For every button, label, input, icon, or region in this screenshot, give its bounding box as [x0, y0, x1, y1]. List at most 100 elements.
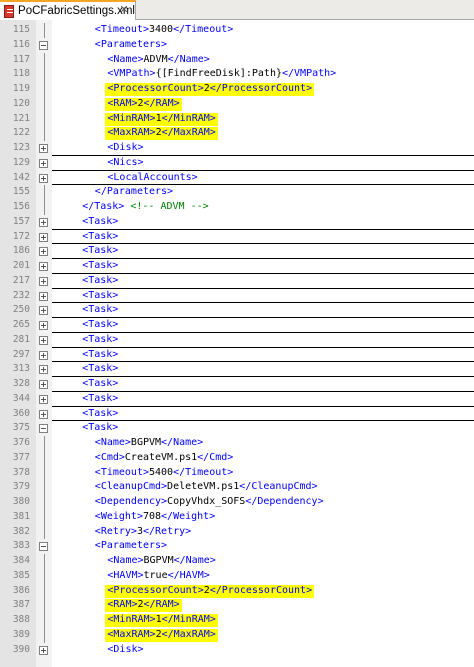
code-line[interactable]: 129 <Nics> — [0, 156, 474, 171]
code-text: <Task> — [82, 274, 118, 289]
code-line[interactable]: 201 <Task> — [0, 259, 474, 274]
code-line[interactable]: 379 <CleanupCmd>DeleteVM.ps1</CleanupCmd> — [0, 480, 474, 495]
line-number: 116 — [12, 38, 30, 50]
code-lines: 115 <Timeout>3400</Timeout> 116 <Parameters… — [0, 23, 474, 657]
code-line[interactable]: 382 <Retry>3</Retry> — [0, 524, 474, 540]
xml-tag: </Name> — [173, 555, 216, 566]
expand-fold-icon[interactable] — [39, 394, 48, 404]
code-line[interactable]: 119 <ProcessorCount>2</ProcessorCount> — [0, 82, 474, 97]
code-line[interactable]: 376 <Name>BGPVM</Name> — [0, 436, 474, 451]
code-line[interactable]: 281 <Task> — [0, 333, 474, 348]
expand-fold-icon[interactable] — [39, 158, 48, 168]
code-line[interactable]: 344 <Task> — [0, 392, 474, 407]
collapse-fold-icon[interactable] — [39, 40, 48, 50]
code-line[interactable]: 360 <Task> — [0, 407, 474, 422]
code-line[interactable]: 118 <VMPath>{[FindFreeDisk]:Path}</VMPath… — [0, 67, 474, 82]
code-line[interactable]: 122 <MaxRAM>2</MaxRAM> — [0, 126, 474, 141]
fold-guide-line — [43, 568, 45, 584]
code-line[interactable]: 383 <Parameters> — [0, 539, 474, 554]
expand-fold-icon[interactable] — [39, 291, 48, 301]
code-line[interactable]: 386 <ProcessorCount>2</ProcessorCount> — [0, 583, 474, 599]
code-line[interactable]: 121 <MinRAM>1</MinRAM> — [0, 111, 474, 127]
code-line[interactable]: 115 <Timeout>3400</Timeout> — [0, 23, 474, 38]
code-line[interactable]: 217 <Task> — [0, 274, 474, 289]
expand-fold-icon[interactable] — [39, 144, 48, 153]
code-line[interactable]: 155 </Parameters> — [0, 185, 474, 200]
expand-fold-icon[interactable] — [39, 232, 48, 242]
xml-tag: <HAVM> — [107, 569, 144, 581]
code-line[interactable]: 313 <Task> — [0, 362, 474, 377]
expand-fold-icon[interactable] — [39, 350, 48, 360]
code-line[interactable]: 381 <Weight>708</Weight> — [0, 509, 474, 525]
expand-fold-icon[interactable] — [39, 380, 48, 389]
line-number: 217 — [12, 274, 30, 286]
code-text: <Task> — [82, 318, 118, 333]
expand-fold-icon[interactable] — [39, 409, 48, 419]
code-line[interactable]: 120 <RAM>2</RAM> — [0, 96, 474, 112]
code-line[interactable]: 389 <MaxRAM>2</MaxRAM> — [0, 627, 474, 643]
code-line[interactable]: 328 <Task> — [0, 377, 474, 392]
expand-fold-icon[interactable] — [39, 262, 48, 271]
expand-fold-icon[interactable] — [39, 335, 48, 345]
xml-tag: <Disk> — [107, 643, 144, 655]
line-number: 232 — [12, 289, 30, 301]
expand-fold-icon[interactable] — [39, 645, 48, 655]
xml-tag: <Task> — [82, 215, 119, 227]
code-text: <Task> — [82, 259, 118, 274]
code-line[interactable]: 172 <Task> — [0, 230, 474, 245]
collapse-fold-icon[interactable] — [39, 424, 48, 434]
expand-fold-icon[interactable] — [39, 217, 48, 227]
xml-tag: <Weight> — [94, 510, 143, 522]
code-text: <Task> — [82, 362, 118, 377]
line-number: 115 — [12, 24, 30, 35]
line-number: 360 — [12, 407, 30, 419]
line-number: 384 — [12, 555, 30, 566]
collapse-fold-icon[interactable] — [39, 542, 48, 552]
code-line[interactable]: 265 <Task> — [0, 318, 474, 333]
xml-tag: </ProcessorCount> — [209, 83, 313, 94]
code-text: <Task> — [82, 407, 118, 422]
code-line[interactable]: 378 <Timeout>5400</Timeout> — [0, 465, 474, 481]
code-line[interactable]: 297 <Task> — [0, 348, 474, 363]
code-line[interactable]: 186 <Task> — [0, 244, 474, 259]
expand-fold-icon[interactable] — [39, 247, 48, 257]
code-line[interactable]: 232 <Task> — [0, 289, 474, 304]
code-line[interactable]: 388 <MinRAM>1</MinRAM> — [0, 613, 474, 628]
code-line[interactable]: 156 </Task> <!-- ADVM --> — [0, 200, 474, 215]
code-line[interactable]: 157 <Task> — [0, 215, 474, 230]
code-text: <MaxRAM>2</MaxRAM> — [107, 628, 215, 643]
xml-tag: <Disk> — [107, 142, 144, 153]
close-icon[interactable]: ✕ — [118, 4, 130, 16]
expand-fold-icon[interactable] — [39, 365, 48, 375]
code-line[interactable]: 375 <Task> — [0, 421, 474, 436]
code-editor[interactable]: 115 <Timeout>3400</Timeout> 116 <Parameters… — [0, 20, 474, 667]
code-line[interactable]: 250 <Task> — [0, 303, 474, 318]
expand-fold-icon[interactable] — [39, 173, 48, 183]
code-line[interactable]: 380 <Dependency>CopyVhdx_SOFS</Dependency… — [0, 495, 474, 510]
code-line[interactable]: 117 <Name>ADVM</Name> — [0, 52, 474, 68]
code-line[interactable]: 387 <RAM>2</RAM> — [0, 598, 474, 613]
xml-tag: </MinRAM> — [161, 112, 216, 124]
tab-file[interactable]: PoCFabricSettings.xml ✕ — [0, 0, 136, 20]
code-line[interactable]: 385 <HAVM>true</HAVM> — [0, 568, 474, 584]
code-line[interactable]: 377 <Cmd>CreateVM.ps1</Cmd> — [0, 450, 474, 466]
xml-value: {[FindFreeDisk]:Path} — [155, 68, 282, 80]
code-line[interactable]: 142 <LocalAccounts> — [0, 171, 474, 186]
line-number: 388 — [12, 614, 30, 625]
line-number: 281 — [12, 333, 30, 345]
expand-fold-icon[interactable] — [39, 306, 48, 316]
code-text: <Cmd>CreateVM.ps1</Cmd> — [95, 451, 233, 466]
expand-fold-icon[interactable] — [39, 276, 48, 286]
expand-fold-icon[interactable] — [39, 321, 48, 330]
code-line[interactable]: 116 <Parameters> — [0, 38, 474, 53]
code-text: <MaxRAM>2</MaxRAM> — [107, 126, 215, 141]
code-line[interactable]: 390 <Disk> — [0, 643, 474, 658]
code-line[interactable]: 123 <Disk> — [0, 141, 474, 156]
line-number: 375 — [12, 422, 30, 434]
xml-tag: <Parameters> — [94, 540, 168, 552]
fold-guide-line — [43, 524, 45, 540]
code-text: <Task> — [82, 348, 118, 363]
xml-tag: </ProcessorCount> — [209, 584, 313, 596]
xml-tag: <Name> — [107, 53, 144, 65]
code-line[interactable]: 384 <Name>BGPVM</Name> — [0, 554, 474, 569]
